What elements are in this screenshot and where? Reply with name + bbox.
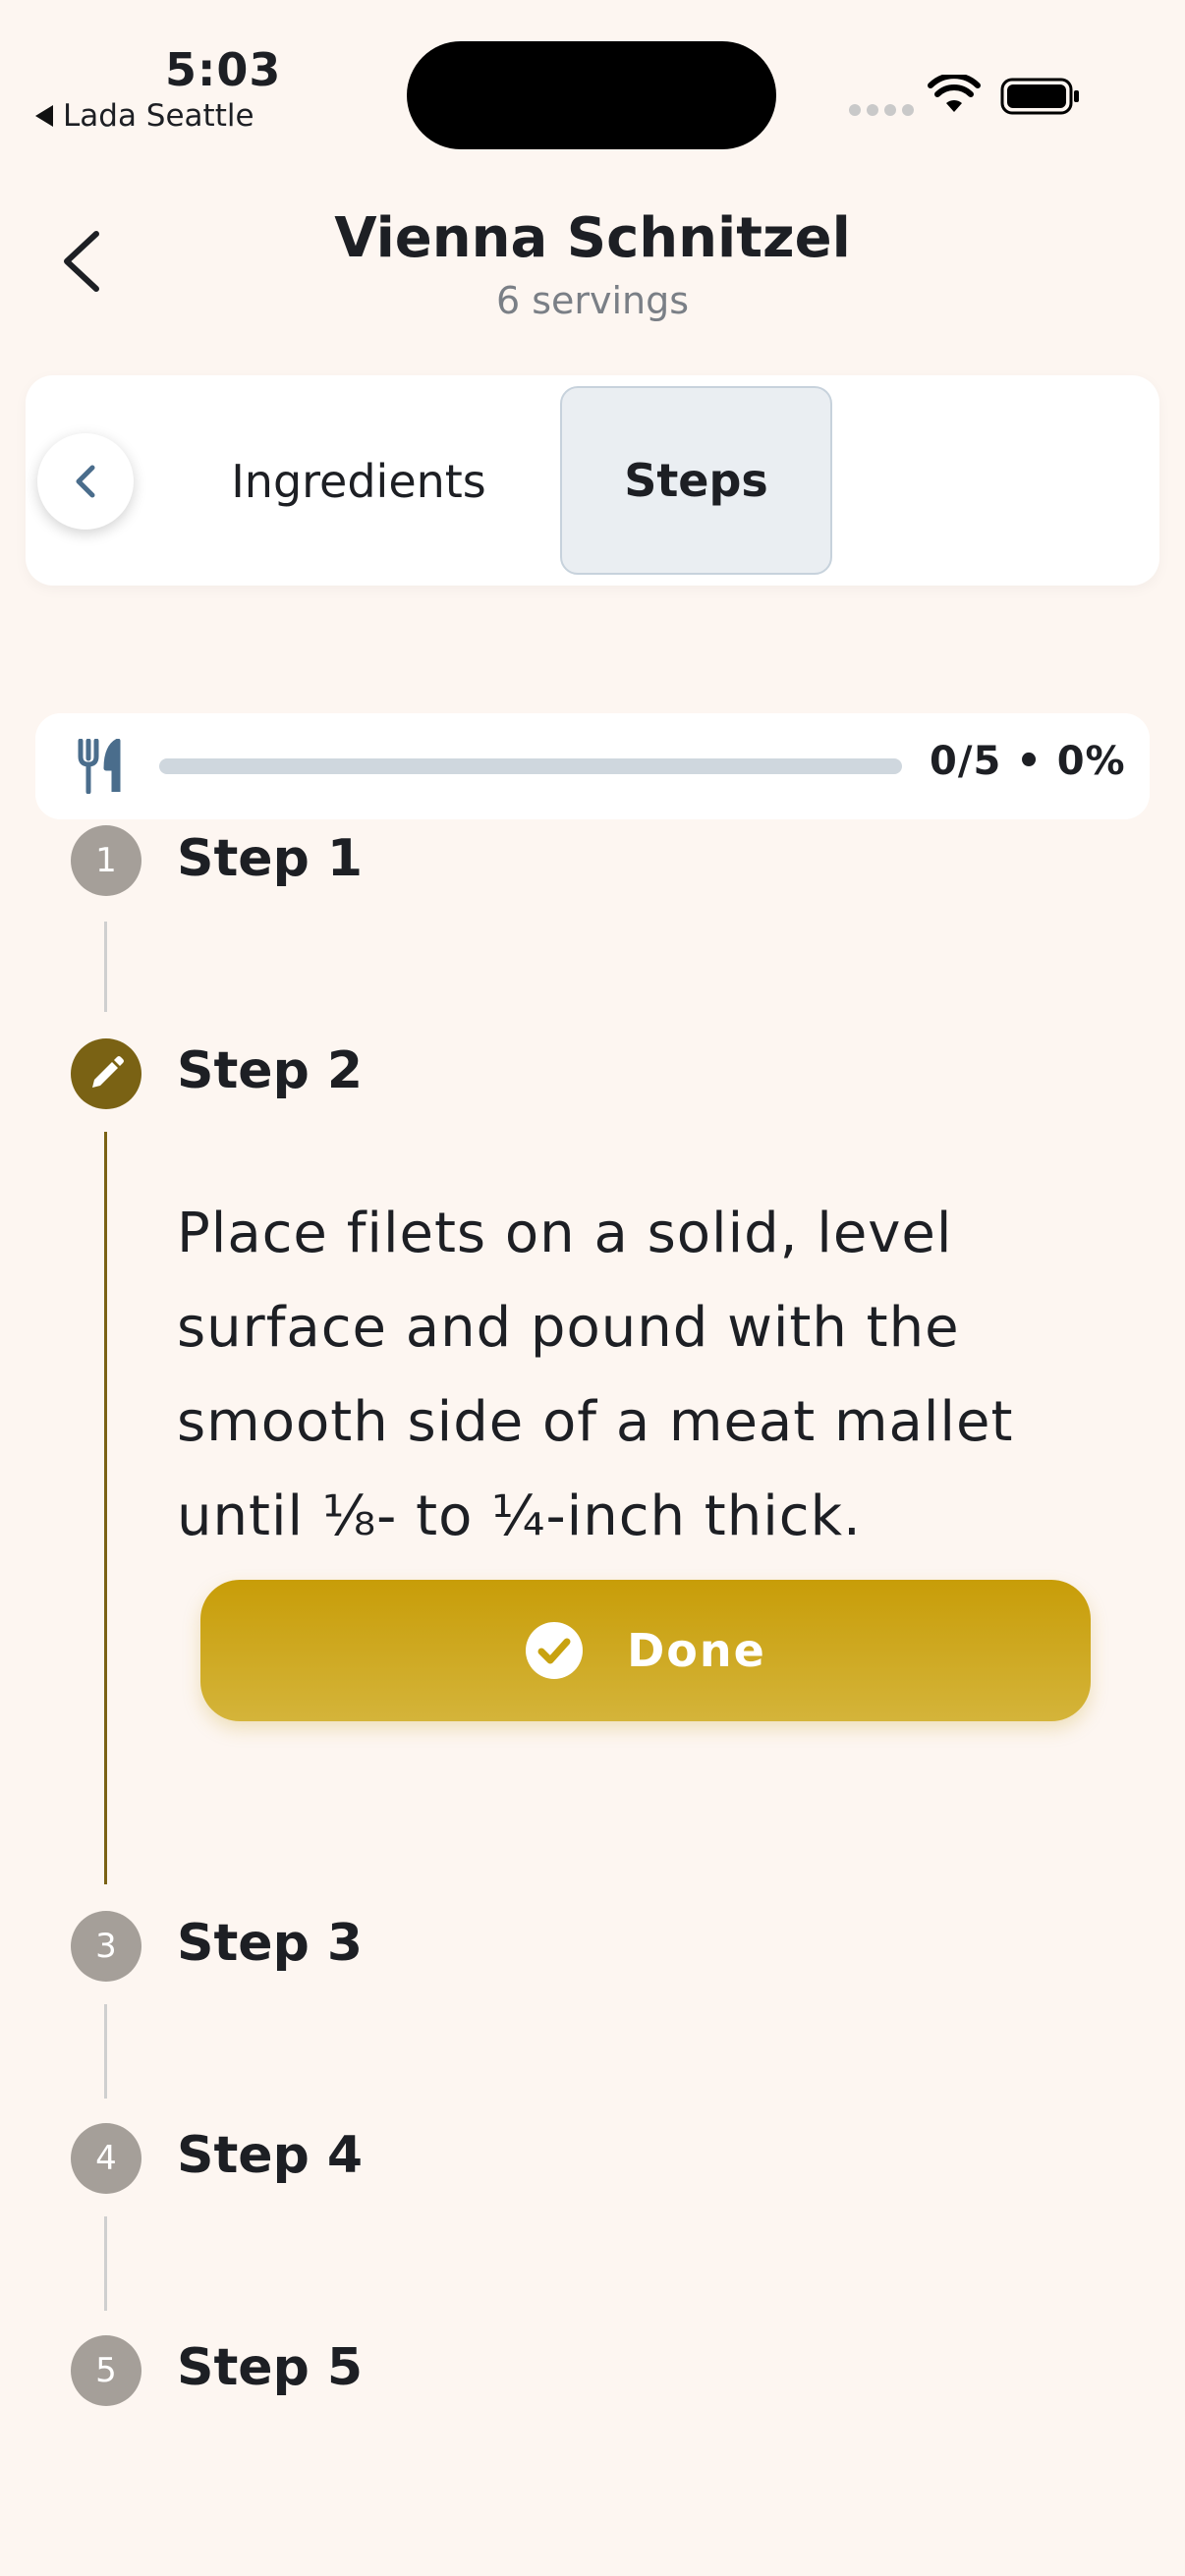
step-5-title[interactable]: Step 5 xyxy=(177,2338,363,2397)
tab-steps[interactable]: Steps xyxy=(560,386,832,575)
chevron-left-icon xyxy=(76,465,95,498)
step-2-title[interactable]: Step 2 xyxy=(177,1041,363,1100)
wifi-icon xyxy=(928,75,981,112)
tabs-previous-button[interactable] xyxy=(37,433,134,530)
timeline-connector xyxy=(104,2004,107,2099)
timeline-connector xyxy=(104,922,107,1012)
cellular-signal-icon xyxy=(849,104,914,116)
step-3-number: 3 xyxy=(71,1911,141,1982)
status-back-label: Lada Seattle xyxy=(63,98,254,134)
back-triangle-icon xyxy=(35,105,53,127)
step-1-title[interactable]: Step 1 xyxy=(177,829,363,888)
status-back-to-app[interactable]: Lada Seattle xyxy=(35,98,254,134)
done-button[interactable]: Done xyxy=(200,1580,1091,1721)
pencil-icon xyxy=(92,1056,124,1088)
dynamic-island xyxy=(407,41,776,149)
done-button-label: Done xyxy=(627,1624,766,1677)
timeline-connector xyxy=(104,2216,107,2311)
progress-text-overlay: 0/5 • 0% xyxy=(930,739,1126,784)
step-1-number: 1 xyxy=(71,825,141,896)
timeline-connector-active xyxy=(104,1132,107,1884)
battery-icon xyxy=(1000,78,1079,115)
step-3-title[interactable]: Step 3 xyxy=(177,1914,363,1973)
status-time: 5:03 xyxy=(165,43,282,96)
progress-bar-overlay xyxy=(159,758,902,774)
fork-knife-icon xyxy=(78,739,121,794)
step-4-title[interactable]: Step 4 xyxy=(177,2126,363,2185)
servings-label: 6 servings xyxy=(495,279,690,322)
step-5-number: 5 xyxy=(71,2335,141,2406)
recipe-title: Vienna Schnitzel xyxy=(334,206,851,270)
tab-ingredients[interactable]: Ingredients xyxy=(206,432,511,531)
step-instruction: Place filets on a solid, level surface a… xyxy=(177,1202,1014,1548)
step-2-edit-indicator xyxy=(71,1038,141,1109)
check-circle-icon xyxy=(526,1622,584,1679)
step-4-number: 4 xyxy=(71,2123,141,2194)
